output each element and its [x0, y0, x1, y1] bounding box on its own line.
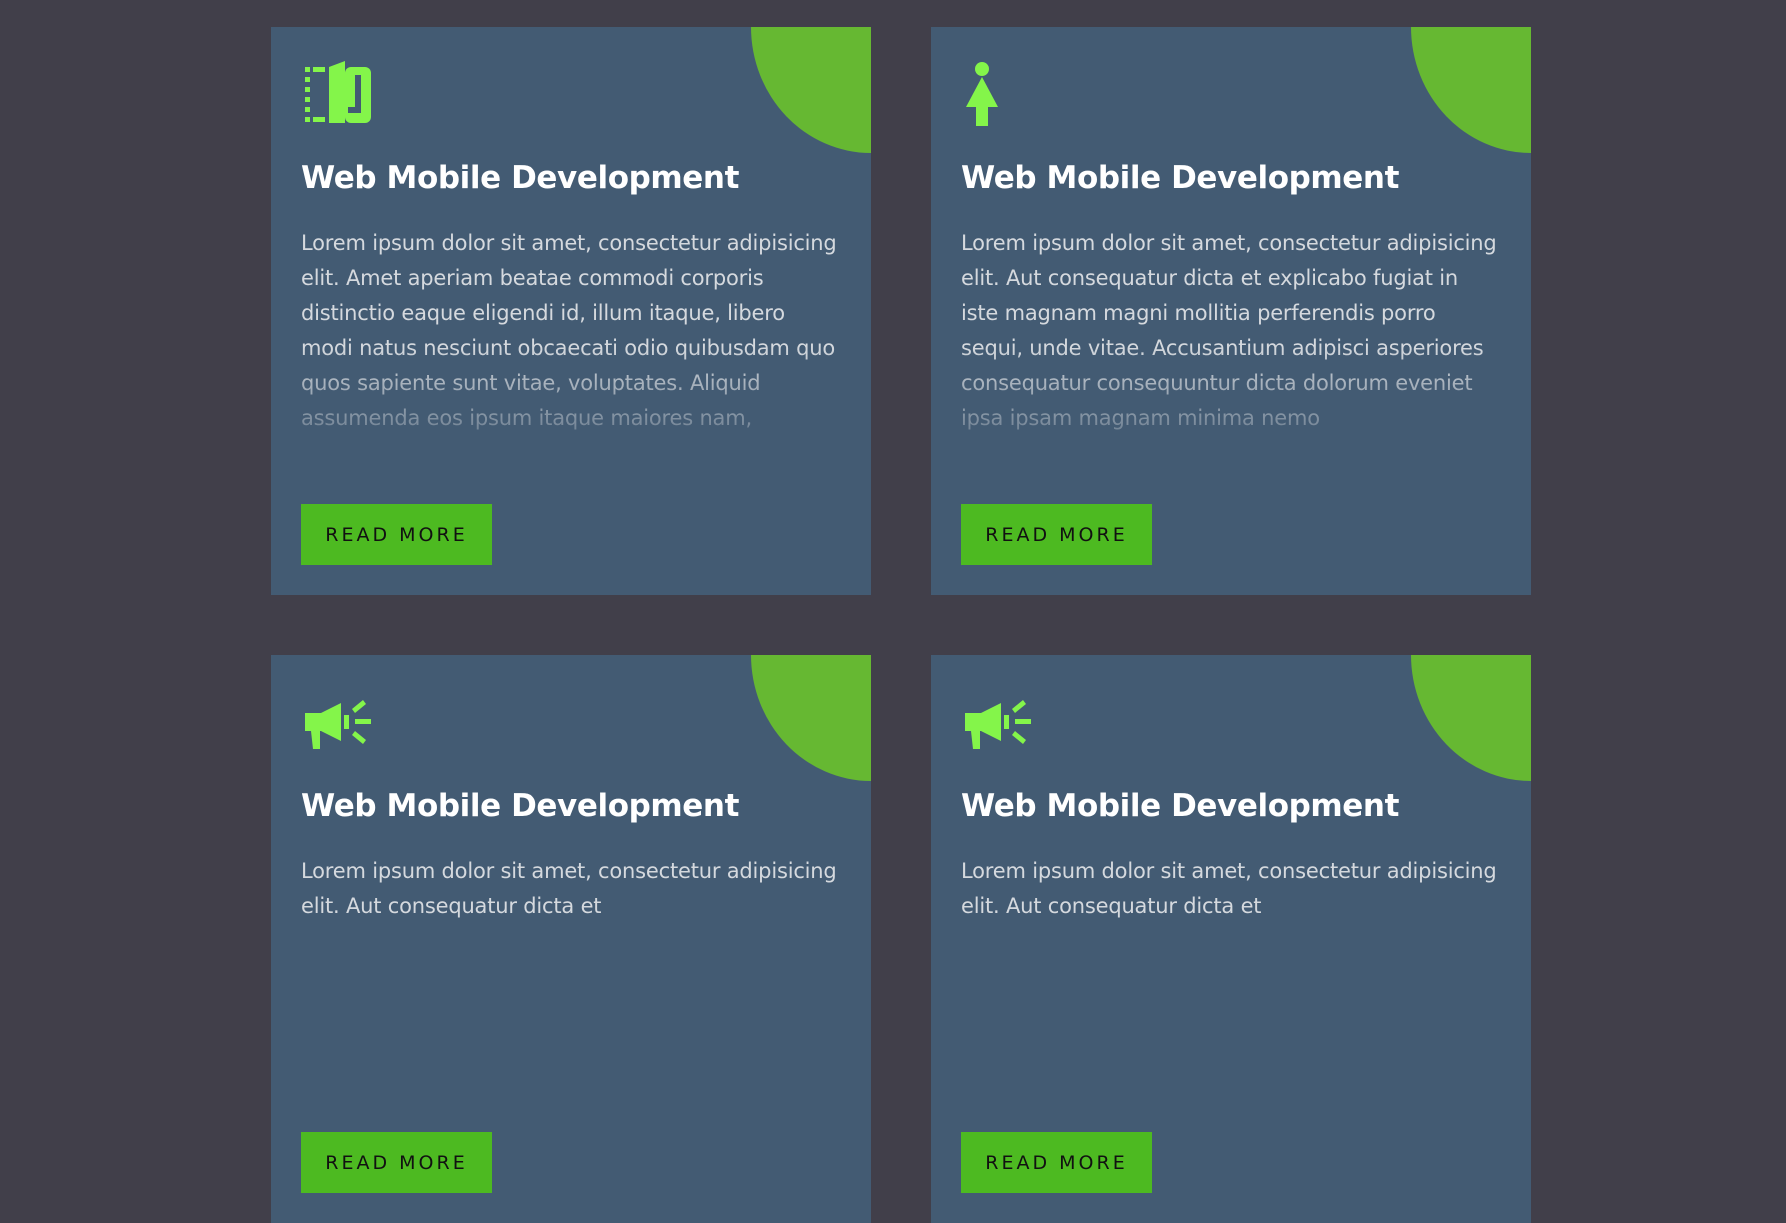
read-more-button[interactable]: READ MORE [961, 504, 1152, 565]
card-title: Web Mobile Development [301, 160, 740, 196]
megaphone-icon [305, 689, 371, 755]
megaphone-icon [965, 689, 1031, 755]
services-grid: Web Mobile Development Lorem ipsum dolor… [271, 27, 1531, 1223]
card-title: Web Mobile Development [301, 788, 740, 824]
card-description: Lorem ipsum dolor sit amet, consectetur … [961, 231, 1497, 430]
card-description: Lorem ipsum dolor sit amet, consectetur … [961, 859, 1497, 918]
service-card: Web Mobile Development Lorem ipsum dolor… [931, 655, 1531, 1223]
card-description: Lorem ipsum dolor sit amet, consectetur … [301, 859, 837, 918]
corner-decoration [1411, 27, 1531, 153]
book-icon [305, 61, 371, 127]
card-title: Web Mobile Development [961, 788, 1400, 824]
read-more-button[interactable]: READ MORE [301, 504, 492, 565]
corner-decoration [1411, 655, 1531, 781]
service-card: Web Mobile Development Lorem ipsum dolor… [271, 27, 871, 595]
card-title: Web Mobile Development [961, 160, 1400, 196]
female-icon [965, 61, 1031, 127]
read-more-button[interactable]: READ MORE [301, 1132, 492, 1193]
corner-decoration [751, 27, 871, 153]
read-more-button[interactable]: READ MORE [961, 1132, 1152, 1193]
service-card: Web Mobile Development Lorem ipsum dolor… [931, 27, 1531, 595]
service-card: Web Mobile Development Lorem ipsum dolor… [271, 655, 871, 1223]
corner-decoration [751, 655, 871, 781]
card-description: Lorem ipsum dolor sit amet, consectetur … [301, 231, 837, 430]
